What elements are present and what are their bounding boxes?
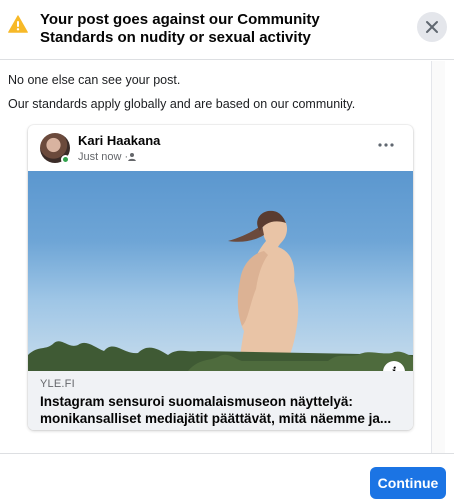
post-author[interactable]: Kari Haakana [78,133,160,148]
dialog-header: Your post goes against our Community Sta… [0,0,454,60]
post-time[interactable]: Just now · [78,151,128,163]
dialog-footer: Continue [0,453,454,504]
link-preview[interactable]: YLE.FI Instagram sensuroi suomalaismuseo… [28,371,413,430]
dialog-title: Your post goes against our Community Sta… [40,11,320,46]
treeline [28,341,413,371]
link-domain: YLE.FI [40,378,75,390]
post-image[interactable]: i [28,171,413,371]
link-title: Instagram sensuroi suomalaismuseon näytt… [40,394,392,426]
close-button[interactable] [417,12,447,42]
scrollbar[interactable] [431,61,445,453]
close-icon [426,21,438,33]
continue-button[interactable]: Continue [370,467,446,499]
warning-triangle-icon [8,15,28,33]
post-preview-card: Kari Haakana Just now · i [28,125,413,430]
visibility-message: No one else can see your post. [8,73,181,87]
more-options-icon [378,143,394,147]
online-status-dot [61,155,70,164]
standards-message: Our standards apply globally and are bas… [8,97,356,111]
friends-icon[interactable] [127,152,137,162]
dialog-body: No one else can see your post. Our stand… [0,61,431,453]
more-options-button[interactable] [374,135,398,155]
